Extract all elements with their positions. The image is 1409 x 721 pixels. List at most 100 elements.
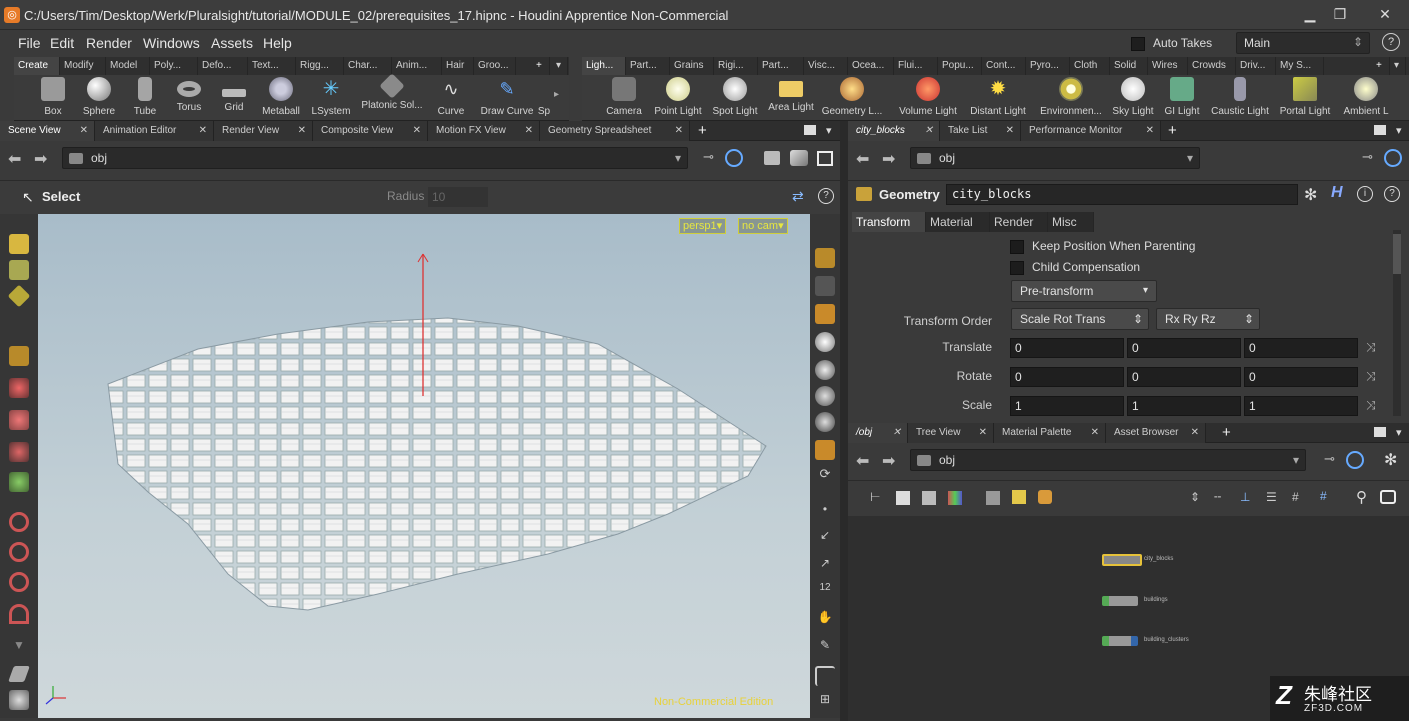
grid-icon[interactable]: # — [1292, 490, 1299, 504]
help-icon[interactable]: ? — [818, 188, 834, 204]
scale-icon[interactable] — [9, 472, 29, 492]
draw-curve-tool[interactable]: ✎ Draw Curve — [476, 77, 538, 117]
shelf-tab[interactable]: Ocea... — [848, 57, 894, 75]
camera-tool[interactable]: Camera — [599, 77, 649, 117]
scrollbar-thumb[interactable] — [1393, 234, 1401, 274]
bulb-icon[interactable] — [815, 386, 835, 406]
auto-takes-checkbox[interactable] — [1131, 37, 1145, 51]
palette-icon[interactable] — [948, 491, 962, 505]
scene-viewport[interactable]: persp1▾ no cam▾ Non-Commercial Edition — [38, 214, 810, 718]
subtab-render[interactable]: Render — [990, 212, 1048, 232]
move-vertical-icon[interactable]: ⇕ — [1190, 490, 1200, 504]
shelf-tab[interactable]: Text... — [248, 57, 296, 75]
snap-magnet-icon[interactable] — [9, 604, 29, 624]
maximize-pane-icon[interactable] — [1374, 427, 1386, 437]
scene-path-field[interactable]: obj ▾ — [62, 147, 688, 169]
tab-performance-monitor[interactable]: Performance Monitor ✕ — [1021, 121, 1161, 141]
add-tab-icon[interactable]: + — [698, 122, 707, 139]
forward-icon[interactable]: ➡ — [882, 149, 895, 169]
add-shelf-icon[interactable]: + — [532, 57, 550, 75]
box-view-icon[interactable] — [764, 151, 780, 165]
chevron-down-icon[interactable]: ▼ — [9, 638, 29, 658]
brush-icon[interactable]: ✋ — [815, 610, 835, 630]
close-icon[interactable]: ✕ — [925, 121, 933, 141]
chevron-down-icon[interactable]: ▾ — [826, 124, 832, 137]
chevron-down-icon[interactable]: ▾ — [1390, 57, 1406, 75]
align-icon[interactable]: ⊥ — [1240, 490, 1250, 504]
light-icon[interactable] — [815, 360, 835, 380]
handle-icon[interactable]: ⤨ — [1366, 398, 1376, 413]
menu-assets[interactable]: Assets — [211, 35, 253, 51]
pin-icon[interactable]: ⊸ — [1362, 149, 1373, 165]
shelf-tab[interactable]: Rigi... — [714, 57, 758, 75]
handle-icon[interactable]: ⤨ — [1366, 340, 1376, 355]
tile-icon[interactable] — [922, 491, 936, 505]
spot-light-tool[interactable]: Spot Light — [708, 77, 762, 117]
sky-light-tool[interactable]: Sky Light — [1108, 77, 1158, 117]
object-icon[interactable] — [7, 284, 31, 308]
caustic-light-tool[interactable]: Caustic Light — [1208, 77, 1272, 117]
close-icon[interactable]: ✕ — [525, 121, 533, 141]
select-tool-icon[interactable] — [9, 346, 29, 366]
forward-icon[interactable]: ➡ — [882, 451, 895, 471]
desktop-select[interactable]: Main ⇕ — [1236, 32, 1370, 54]
close-icon[interactable]: ✕ — [80, 121, 88, 141]
close-icon[interactable]: ✕ — [893, 423, 901, 443]
handle-icon[interactable]: ⤨ — [1366, 369, 1376, 384]
rotation-order-menu[interactable]: Rx Ry Rz ⇕ — [1156, 308, 1260, 330]
add-tab-icon[interactable]: + — [1168, 122, 1177, 139]
spray-tool[interactable]: Sp — [536, 77, 552, 117]
shelf-tab[interactable]: Popu... — [938, 57, 982, 75]
close-icon[interactable]: ✕ — [1146, 121, 1154, 141]
points-icon[interactable] — [9, 260, 29, 280]
shelf-tab[interactable]: Anim... — [392, 57, 442, 75]
move-icon[interactable] — [9, 410, 29, 430]
help-icon[interactable]: ? — [1384, 186, 1400, 202]
tab-geometry-spreadsheet[interactable]: Geometry Spreadsheet ✕ — [540, 121, 690, 141]
torus-tool[interactable]: Torus — [164, 77, 214, 113]
pre-transform-menu[interactable]: Pre-transform ▾ — [1011, 280, 1157, 302]
shelf-tab[interactable]: Groo... — [474, 57, 516, 75]
gi-light-tool[interactable]: GI Light — [1158, 77, 1206, 117]
tab-motion-fx-view[interactable]: Motion FX View ✕ — [428, 121, 540, 141]
help-icon[interactable]: ? — [1382, 33, 1400, 51]
shelf-tab[interactable]: Crowds — [1188, 57, 1236, 75]
tab-obj[interactable]: /obj ✕ — [848, 423, 908, 443]
snap-icon[interactable]: ⇄ — [792, 188, 804, 205]
shelf-tab[interactable]: Rigg... — [296, 57, 344, 75]
distant-light-tool[interactable]: ✹ Distant Light — [966, 77, 1030, 117]
tab-city-blocks[interactable]: city_blocks ✕ — [848, 121, 940, 141]
magnet-icon[interactable] — [9, 512, 29, 532]
ghost-icon[interactable] — [815, 304, 835, 324]
eye-icon[interactable] — [815, 248, 835, 268]
tab-animation-editor[interactable]: Animation Editor ✕ — [95, 121, 214, 141]
tab-asset-browser[interactable]: Asset Browser ✕ — [1106, 423, 1206, 443]
grid-tool[interactable]: Grid — [209, 77, 259, 113]
info-icon[interactable]: i — [1357, 186, 1373, 202]
rotate-icon[interactable] — [9, 442, 29, 462]
subtab-misc[interactable]: Misc — [1048, 212, 1094, 232]
snap-grid-icon[interactable] — [9, 572, 29, 592]
close-icon[interactable]: ✕ — [1191, 423, 1199, 443]
pin-icon[interactable]: ⊸ — [703, 149, 714, 165]
shelf-tab[interactable]: Cont... — [982, 57, 1026, 75]
close-icon[interactable]: ✕ — [1091, 423, 1099, 443]
tab-scene-view[interactable]: Scene View ✕ — [0, 121, 95, 141]
shelf-tab[interactable]: My S... — [1276, 57, 1324, 75]
frame-icon[interactable] — [817, 151, 833, 166]
tube-tool[interactable]: Tube — [120, 77, 170, 117]
shade-icon[interactable] — [815, 332, 835, 352]
network-box-icon[interactable] — [986, 491, 1000, 505]
menu-windows[interactable]: Windows — [143, 35, 200, 51]
back-icon[interactable]: ⬅ — [8, 149, 21, 169]
param-scrollbar[interactable] — [1393, 230, 1401, 416]
menu-render[interactable]: Render — [86, 35, 132, 51]
close-icon[interactable]: ✕ — [979, 423, 987, 443]
camera-menu[interactable]: persp1▾ — [679, 218, 727, 234]
node-name-field[interactable]: city_blocks — [946, 184, 1298, 205]
child-compensation-checkbox[interactable] — [1010, 261, 1024, 275]
tab-tree-view[interactable]: Tree View ✕ — [908, 423, 994, 443]
scale-x-field[interactable]: 1 — [1010, 396, 1124, 416]
shelf-tab[interactable]: Driv... — [1236, 57, 1276, 75]
shelf-tab[interactable]: Ligh... — [582, 57, 626, 75]
